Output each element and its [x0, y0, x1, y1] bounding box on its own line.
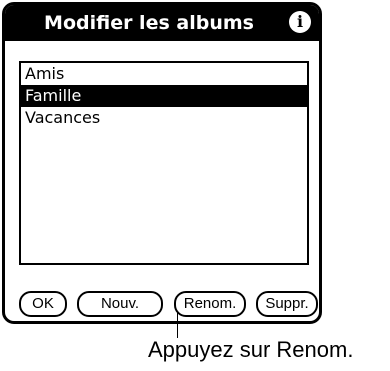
rename-button[interactable]: Renom.: [174, 291, 246, 317]
dialog-title: Modifier les albums: [44, 12, 254, 34]
album-list[interactable]: Amis Famille Vacances: [19, 61, 309, 265]
delete-button[interactable]: Suppr.: [256, 291, 318, 317]
list-item-amis[interactable]: Amis: [21, 63, 307, 85]
new-button[interactable]: Nouv.: [77, 291, 163, 317]
info-icon[interactable]: i: [289, 11, 311, 33]
list-item-famille[interactable]: Famille: [21, 85, 307, 107]
ok-button[interactable]: OK: [19, 291, 67, 317]
edit-albums-dialog: Modifier les albums i Amis Famille Vacan…: [2, 2, 322, 324]
callout-line: [177, 312, 178, 338]
dialog-titlebar: Modifier les albums i: [5, 5, 319, 41]
list-item-vacances[interactable]: Vacances: [21, 107, 307, 129]
button-row: OK Nouv. Renom. Suppr.: [19, 291, 319, 319]
callout-text: Appuyez sur Renom.: [148, 337, 354, 362]
